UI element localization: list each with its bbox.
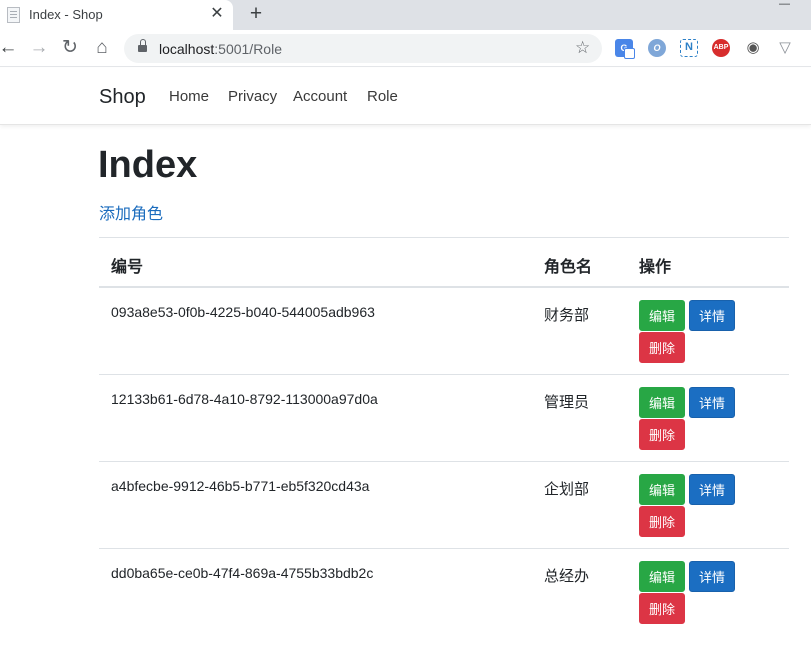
table-header-border xyxy=(99,286,789,288)
o-extension-icon[interactable]: O xyxy=(648,39,666,57)
row-divider xyxy=(99,461,789,462)
bookmark-star-icon[interactable]: ☆ xyxy=(575,38,590,58)
edit-button[interactable]: 编辑 xyxy=(639,387,685,418)
nav-link-home[interactable]: Home xyxy=(169,88,209,105)
address-bar[interactable]: localhost:5001/Role ☆ xyxy=(124,34,602,63)
reload-icon[interactable]: ↻ xyxy=(59,37,81,59)
delete-button[interactable]: 删除 xyxy=(639,332,685,363)
table-row-name: 财务部 xyxy=(544,307,590,324)
table-row-id: dd0ba65e-ce0b-47f4-869a-4755b33bdb2c xyxy=(111,565,374,581)
edit-button[interactable]: 编辑 xyxy=(639,561,685,592)
navbar-brand[interactable]: Shop xyxy=(99,86,146,109)
table-row-id: 093a8e53-0f0b-4225-b040-544005adb963 xyxy=(111,304,375,320)
table-row-id: a4bfecbe-9912-46b5-b771-eb5f320cd43a xyxy=(111,478,370,494)
nav-link-account[interactable]: Account xyxy=(293,88,347,105)
table-row-name: 企划部 xyxy=(544,481,590,498)
delete-button[interactable]: 删除 xyxy=(639,506,685,537)
column-header-actions: 操作 xyxy=(639,259,672,276)
ghost-extension-icon[interactable]: ◉ xyxy=(744,39,762,57)
add-role-link[interactable]: 添加角色 xyxy=(99,200,163,224)
browser-tab[interactable]: Index - Shop ✕ xyxy=(0,0,233,30)
detail-button[interactable]: 详情 xyxy=(689,300,735,331)
nav-link-privacy[interactable]: Privacy xyxy=(228,88,277,105)
page-title: Index xyxy=(98,144,198,186)
delete-button[interactable]: 删除 xyxy=(639,593,685,624)
back-arrow-icon[interactable]: ← xyxy=(0,37,19,59)
translate-icon[interactable]: G xyxy=(615,39,635,59)
detail-button[interactable]: 详情 xyxy=(689,387,735,418)
site-navbar: Shop Home Privacy Account Role xyxy=(0,68,811,125)
table-top-border xyxy=(99,237,789,238)
adblock-plus-icon[interactable]: ABP xyxy=(712,39,730,57)
column-header-role-name: 角色名 xyxy=(544,259,593,276)
lock-icon[interactable] xyxy=(138,39,147,53)
edit-button[interactable]: 编辑 xyxy=(639,300,685,331)
n-extension-icon[interactable]: N xyxy=(680,39,698,57)
new-tab-button[interactable]: + xyxy=(246,3,266,25)
v-extension-icon[interactable]: ▽ xyxy=(776,39,794,57)
close-tab-icon[interactable]: ✕ xyxy=(208,5,226,23)
url-text[interactable]: localhost:5001/Role xyxy=(159,41,282,57)
column-header-id: 编号 xyxy=(111,259,144,276)
browser-toolbar: ← → ↻ ⌂ localhost:5001/Role ☆ G O N ABP … xyxy=(0,30,811,67)
delete-button[interactable]: 删除 xyxy=(639,419,685,450)
row-divider xyxy=(99,374,789,375)
detail-button[interactable]: 详情 xyxy=(689,561,735,592)
browser-tabstrip: Index - Shop ✕ + — xyxy=(0,0,811,30)
table-row-name: 总经办 xyxy=(544,568,590,585)
forward-arrow-icon[interactable]: → xyxy=(28,37,50,59)
minimize-window-icon[interactable]: — xyxy=(779,0,793,10)
tab-title: Index - Shop xyxy=(29,7,103,22)
table-row-id: 12133b61-6d78-4a10-8792-113000a97d0a xyxy=(111,391,378,407)
table-row-name: 管理员 xyxy=(544,394,590,411)
edit-button[interactable]: 编辑 xyxy=(639,474,685,505)
nav-link-role[interactable]: Role xyxy=(367,88,398,105)
page-favicon-icon xyxy=(7,7,20,23)
row-divider xyxy=(99,548,789,549)
home-icon[interactable]: ⌂ xyxy=(91,37,113,59)
detail-button[interactable]: 详情 xyxy=(689,474,735,505)
